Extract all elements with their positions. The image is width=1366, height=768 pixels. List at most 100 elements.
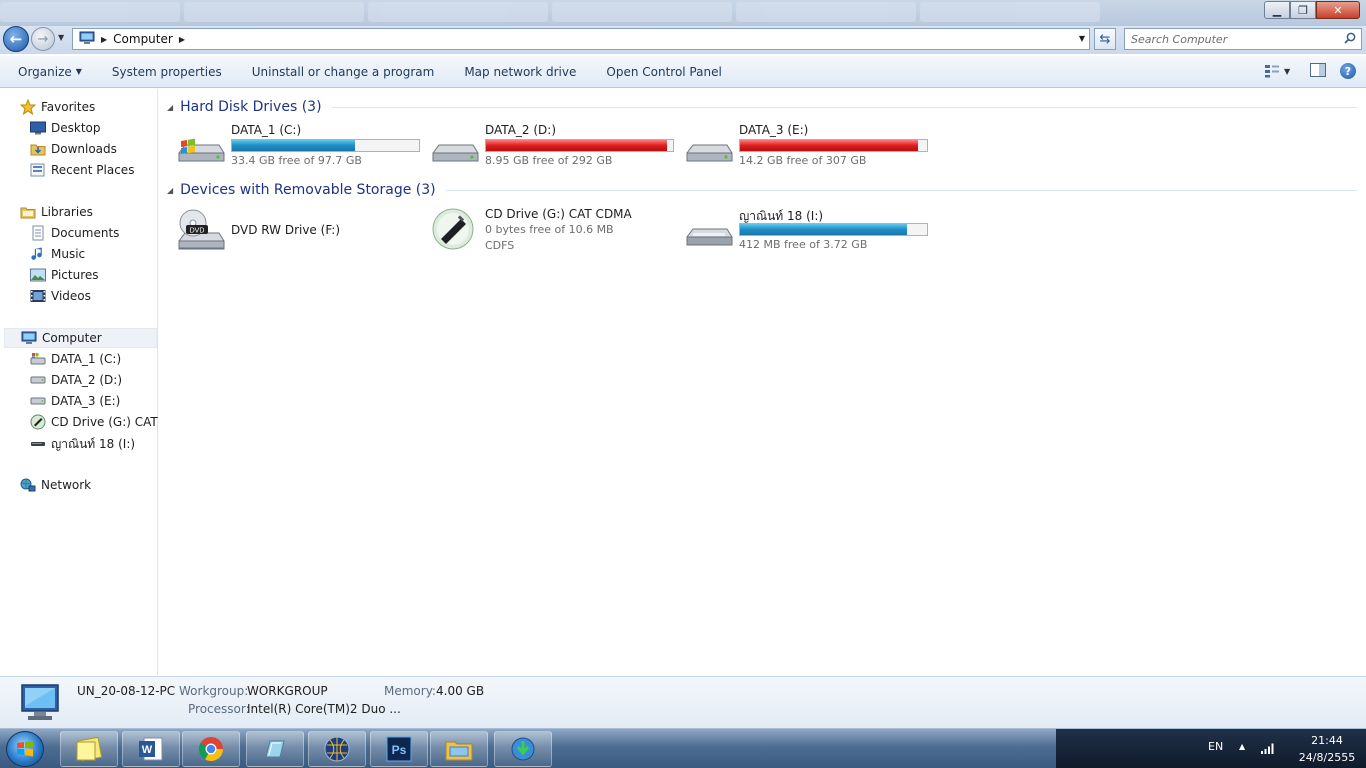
breadcrumb-chevron-icon[interactable]: ▶ [179,35,185,44]
drive-tile-f[interactable]: DVD DVD RW Drive (F:) [177,207,427,255]
sidebar-label: Libraries [41,205,93,219]
sidebar-item-drive-g[interactable]: CD Drive (G:) CAT C [30,412,170,432]
drive-tile-e[interactable]: DATA_3 (E:) 14.2 GB free of 307 GB [685,123,935,171]
sidebar-label: Desktop [51,121,101,135]
search-icon[interactable] [1344,32,1356,44]
sidebar-item-drive-c[interactable]: DATA_1 (C:) [30,349,121,369]
sidebar-item-libraries[interactable]: Libraries [20,202,93,222]
breadcrumb-computer[interactable]: Computer [113,32,173,46]
taskbar-network-app[interactable] [308,731,366,767]
background-windows [0,2,1250,24]
group-header-hard-disk-drives[interactable]: ◢ Hard Disk Drives (3) [167,97,1357,117]
collapse-triangle-icon[interactable]: ◢ [167,103,173,112]
organize-button[interactable]: Organize ▼ [0,59,97,85]
search-input[interactable] [1125,29,1335,49]
network-signal-icon[interactable] [1260,741,1276,758]
sidebar-item-pictures[interactable]: Pictures [30,265,99,285]
group-header-removable-storage[interactable]: ◢ Devices with Removable Storage (3) [167,180,1357,200]
show-hidden-icons-button[interactable]: ▲ [1239,742,1245,751]
recent-pages-dropdown[interactable]: ▼ [58,33,64,42]
clock-date[interactable]: 24/8/2555 [1292,751,1362,764]
content-area: ◢ Hard Disk Drives (3) DATA_1 (C:) 33.4 … [159,89,1366,675]
command-bar: Organize ▼ System properties Uninstall or… [0,56,1366,88]
title-bar: ▁ ❐ ✕ [0,0,1366,26]
background-window-tab [184,2,364,22]
map-network-drive-button[interactable]: Map network drive [449,59,591,85]
hard-drive-icon [685,129,733,169]
refresh-button[interactable]: ⇆ [1094,28,1116,50]
uninstall-program-button[interactable]: Uninstall or change a program [237,59,450,85]
system-properties-button[interactable]: System properties [97,59,237,85]
drive-tile-g[interactable]: CD Drive (G:) CAT CDMA 0 bytes free of 1… [431,207,681,255]
taskbar-sticky-notes[interactable] [60,731,118,767]
hard-drive-icon [30,393,46,409]
taskbar-photoshop[interactable]: Ps [370,731,428,767]
svg-text:W: W [142,744,153,756]
computer-icon [21,330,37,346]
taskbar-chrome[interactable] [182,731,240,767]
sidebar-label: DATA_3 (E:) [51,394,121,408]
memory-label: Memory: [384,684,436,698]
sidebar-item-drive-e[interactable]: DATA_3 (E:) [30,391,120,411]
refresh-icon: ⇆ [1099,31,1111,47]
workgroup-label: Workgroup: [179,684,249,698]
close-button[interactable]: ✕ [1316,1,1360,19]
taskbar-word[interactable]: W [122,731,180,767]
group-divider [445,189,1357,191]
address-bar[interactable]: ▶ Computer ▶ ▼ [72,28,1090,50]
group-title: Devices with Removable Storage (3) [180,182,436,198]
sidebar-item-network[interactable]: Network [20,475,91,495]
clock-time[interactable]: 21:44 [1292,734,1362,747]
downloads-folder-icon [30,141,46,157]
processor-label: Processor: [188,702,250,716]
back-button[interactable]: ← [3,26,29,52]
sidebar-label: DATA_1 (C:) [51,352,122,366]
drive-tile-i[interactable]: ญาณินท์ 18 (I:) 412 MB free of 3.72 GB [685,207,935,255]
maximize-button[interactable]: ❐ [1290,1,1316,19]
drive-usage-fill [740,224,907,235]
open-control-panel-button[interactable]: Open Control Panel [591,59,736,85]
address-dropdown-icon[interactable]: ▼ [1079,34,1085,43]
windows-logo-icon [17,740,33,757]
taskbar-notepad[interactable] [246,731,304,767]
drive-free-space: 0 bytes free of 10.6 MB [485,223,614,236]
minimize-button[interactable]: ▁ [1264,1,1290,19]
start-button[interactable] [6,731,44,767]
drive-usage-bar [739,139,928,152]
documents-icon [30,225,46,241]
sidebar-item-downloads[interactable]: Downloads [30,139,117,159]
view-controls: ▼ ? [1264,60,1356,82]
background-window-tab [368,2,548,22]
taskbar-explorer[interactable] [430,731,488,767]
computer-icon [16,683,64,726]
download-manager-icon [511,737,535,761]
sidebar-item-computer[interactable]: Computer [4,328,157,348]
sidebar-item-favorites[interactable]: Favorites [20,97,95,117]
drive-tile-c[interactable]: DATA_1 (C:) 33.4 GB free of 97.7 GB [177,123,427,171]
notepad-icon [265,740,285,758]
breadcrumb-chevron-icon[interactable]: ▶ [101,35,107,44]
preview-pane-button[interactable] [1310,62,1326,80]
sidebar-item-drive-d[interactable]: DATA_2 (D:) [30,370,122,390]
libraries-icon [20,204,36,220]
usb-drive-icon [685,213,733,253]
sidebar-item-music[interactable]: Music [30,244,85,264]
sidebar-item-recent-places[interactable]: Recent Places [30,160,134,180]
drive-usage-fill [232,140,356,151]
drive-tile-d[interactable]: DATA_2 (D:) 8.95 GB free of 292 GB [431,123,681,171]
sidebar-item-videos[interactable]: Videos [30,286,91,306]
forward-button[interactable]: → [31,27,55,51]
hard-drive-icon [30,372,46,388]
drive-usage-bar [231,139,420,152]
drive-name: DVD RW Drive (F:) [231,223,341,237]
change-view-button[interactable]: ▼ [1264,60,1296,82]
help-icon[interactable]: ? [1340,63,1356,79]
sidebar-item-drive-i[interactable]: ญาณินท์ 18 (I:) [30,434,135,454]
sidebar-item-desktop[interactable]: Desktop [30,118,101,138]
collapse-triangle-icon[interactable]: ◢ [167,186,173,195]
taskbar-download-manager[interactable] [494,731,552,767]
sidebar-item-documents[interactable]: Documents [30,223,119,243]
videos-icon [30,288,46,304]
drive-usage-fill [486,140,668,151]
language-indicator[interactable]: EN [1208,740,1223,753]
